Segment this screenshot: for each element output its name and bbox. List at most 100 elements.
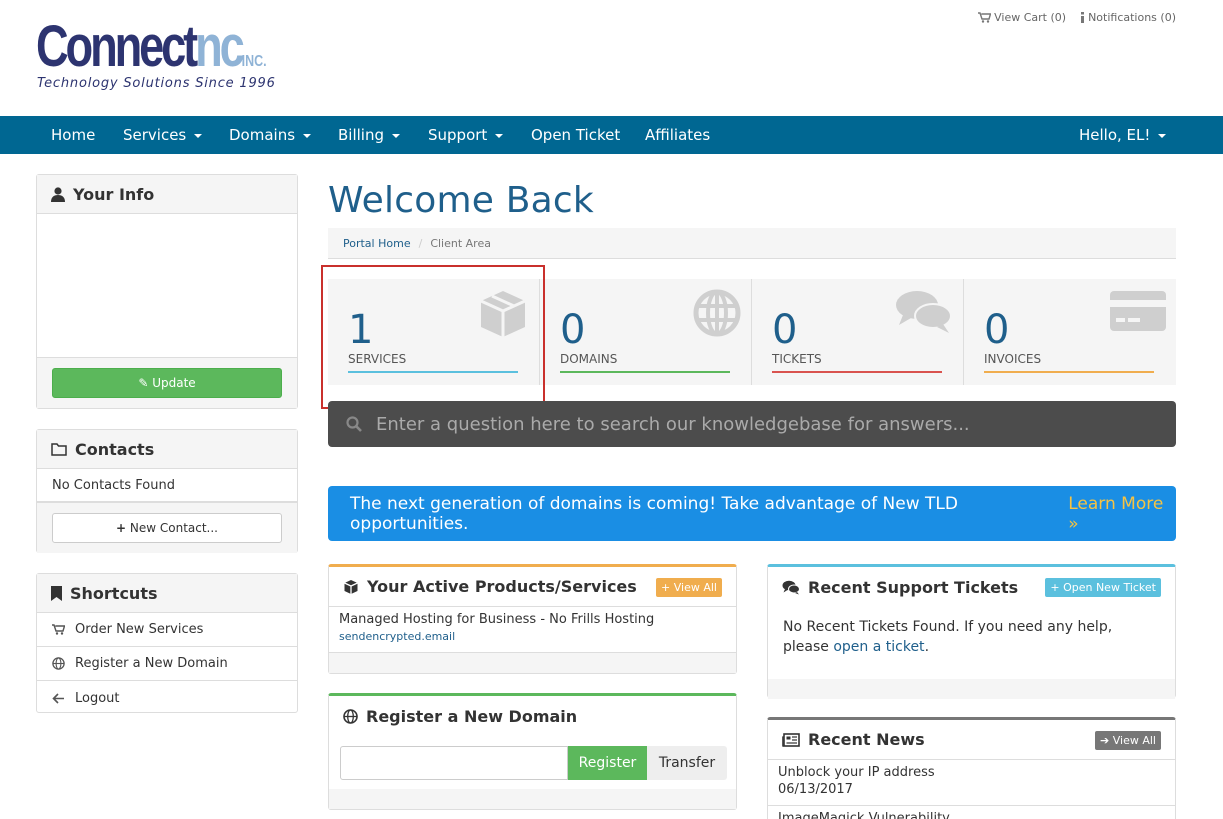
arrow-left-icon	[52, 692, 64, 704]
plus-icon: +	[115, 521, 127, 535]
cart-icon	[52, 624, 65, 635]
shortcuts-panel: Shortcuts Order New Services Register a …	[36, 573, 298, 713]
highlight-box	[321, 265, 545, 409]
new-contact-button[interactable]: + New Contact...	[52, 513, 282, 543]
search-icon	[346, 416, 362, 432]
newspaper-icon	[782, 732, 800, 747]
breadcrumb-home[interactable]: Portal Home	[343, 237, 411, 250]
contacts-panel: Contacts No Contacts Found + New Contact…	[36, 429, 298, 553]
transfer-button[interactable]: Transfer	[647, 746, 727, 780]
knowledgebase-search-input[interactable]: Enter a question here to search our know…	[328, 401, 1176, 447]
your-info-footer: ✎ Update	[37, 357, 297, 408]
open-new-ticket-button[interactable]: + Open New Ticket	[1045, 578, 1161, 597]
product-item[interactable]: Managed Hosting for Business - No Frills…	[329, 607, 736, 653]
active-products-heading: Your Active Products/Services + View All	[329, 567, 736, 607]
tile-domains[interactable]: 0 DOMAINS	[540, 279, 752, 385]
contacts-footer: + New Contact...	[37, 502, 297, 553]
cube-icon	[344, 579, 358, 594]
domain-search-input[interactable]	[340, 746, 568, 780]
tile-tickets[interactable]: 0 TICKETS	[752, 279, 964, 385]
support-tickets-panel: Recent Support Tickets + Open New Ticket…	[767, 564, 1176, 699]
nav-billing[interactable]: Billing	[338, 116, 400, 154]
shortcut-order-services[interactable]: Order New Services	[37, 613, 297, 647]
nav-domains[interactable]: Domains	[229, 116, 312, 154]
nav-home[interactable]: Home	[51, 116, 95, 154]
tile-invoices[interactable]: 0 INVOICES	[964, 279, 1176, 385]
promo-text: The next generation of domains is coming…	[350, 493, 958, 534]
nav-user-menu[interactable]: Hello, EL!	[1079, 116, 1167, 154]
main-navbar: Home Services Domains Billing Support Op…	[0, 116, 1223, 154]
bookmark-icon	[51, 585, 62, 601]
tickets-footer	[768, 679, 1175, 699]
invoices-count: 0	[984, 307, 1010, 353]
register-domain-heading: Register a New Domain	[329, 696, 736, 736]
search-placeholder: Enter a question here to search our know…	[376, 413, 970, 435]
logo-tagline: Technology Solutions Since 1996	[37, 76, 276, 91]
top-links: View Cart (0) Notifications (0)	[978, 11, 1176, 24]
news-item[interactable]: ImageMagick Vulnerability	[768, 806, 1175, 819]
caret-down-icon	[303, 133, 312, 138]
products-view-all-button[interactable]: + View All	[656, 578, 722, 597]
plus-icon: +	[1050, 581, 1060, 594]
update-button[interactable]: ✎ Update	[52, 368, 282, 398]
shortcut-logout[interactable]: Logout	[37, 681, 297, 715]
nav-services[interactable]: Services	[123, 116, 203, 154]
caret-down-icon	[1158, 133, 1167, 138]
folder-icon	[51, 442, 67, 456]
globe-icon	[693, 289, 741, 337]
tickets-count: 0	[772, 307, 798, 353]
shortcuts-heading: Shortcuts	[37, 574, 297, 613]
product-domain-link[interactable]: sendencrypted.email	[339, 630, 726, 643]
contacts-heading: Contacts	[37, 430, 297, 469]
open-ticket-link[interactable]: open a ticket	[833, 639, 924, 655]
register-button[interactable]: Register	[568, 746, 647, 780]
nav-support[interactable]: Support	[428, 116, 504, 154]
register-domain-panel: Register a New Domain Register Transfer	[328, 693, 737, 810]
tickets-body: No Recent Tickets Found. If you need any…	[783, 619, 1113, 655]
register-domain-footer	[329, 789, 736, 809]
domains-count: 0	[560, 307, 586, 353]
your-info-heading: Your Info	[37, 175, 297, 214]
contacts-empty-text: No Contacts Found	[37, 469, 297, 502]
pencil-icon: ✎	[138, 376, 149, 390]
credit-card-icon	[1110, 291, 1166, 331]
notifications-link[interactable]: Notifications (0)	[1080, 11, 1176, 24]
cart-icon	[978, 12, 992, 23]
globe-icon	[52, 657, 65, 670]
invoices-label: INVOICES	[984, 352, 1042, 366]
news-view-all-button[interactable]: ➔ View All	[1095, 731, 1161, 750]
caret-down-icon	[392, 133, 400, 138]
your-info-body	[37, 214, 297, 357]
page-title: Welcome Back	[328, 180, 594, 221]
caret-down-icon	[495, 133, 504, 138]
promo-learn-more-link[interactable]: Learn More »	[1068, 494, 1176, 534]
user-icon	[51, 186, 65, 202]
tickets-bar	[772, 371, 942, 373]
tld-promo-banner: The next generation of domains is coming…	[328, 486, 1176, 541]
nav-affiliates[interactable]: Affiliates	[645, 116, 710, 154]
news-item-title: ImageMagick Vulnerability	[778, 811, 950, 819]
recent-news-panel: Recent News ➔ View All Unblock your IP a…	[767, 717, 1176, 819]
news-item[interactable]: Unblock your IP address 06/13/2017	[768, 760, 1175, 806]
site-logo[interactable]: ConnectncINC. Technology Solutions Since…	[36, 18, 276, 98]
support-tickets-heading: Recent Support Tickets + Open New Ticket	[768, 567, 1175, 607]
comments-icon	[782, 580, 800, 594]
your-info-panel: Your Info ✎ Update	[36, 174, 298, 409]
globe-icon	[343, 708, 358, 724]
product-name: Managed Hosting for Business - No Frills…	[339, 612, 655, 627]
info-icon	[1081, 12, 1085, 23]
caret-down-icon	[194, 133, 203, 138]
arrow-right-icon: ➔	[1100, 734, 1110, 747]
view-cart-link[interactable]: View Cart (0)	[978, 11, 1066, 24]
breadcrumb: Portal Home / Client Area	[328, 228, 1176, 259]
nav-open-ticket[interactable]: Open Ticket	[531, 116, 620, 154]
recent-news-heading: Recent News ➔ View All	[768, 720, 1175, 760]
domains-bar	[560, 371, 730, 373]
active-products-panel: Your Active Products/Services + View All…	[328, 564, 737, 674]
products-footer	[329, 653, 736, 673]
news-item-date: 06/13/2017	[778, 782, 853, 797]
news-item-title: Unblock your IP address	[778, 765, 935, 780]
shortcut-register-domain[interactable]: Register a New Domain	[37, 647, 297, 681]
breadcrumb-separator: /	[418, 236, 423, 250]
invoices-bar	[984, 371, 1154, 373]
